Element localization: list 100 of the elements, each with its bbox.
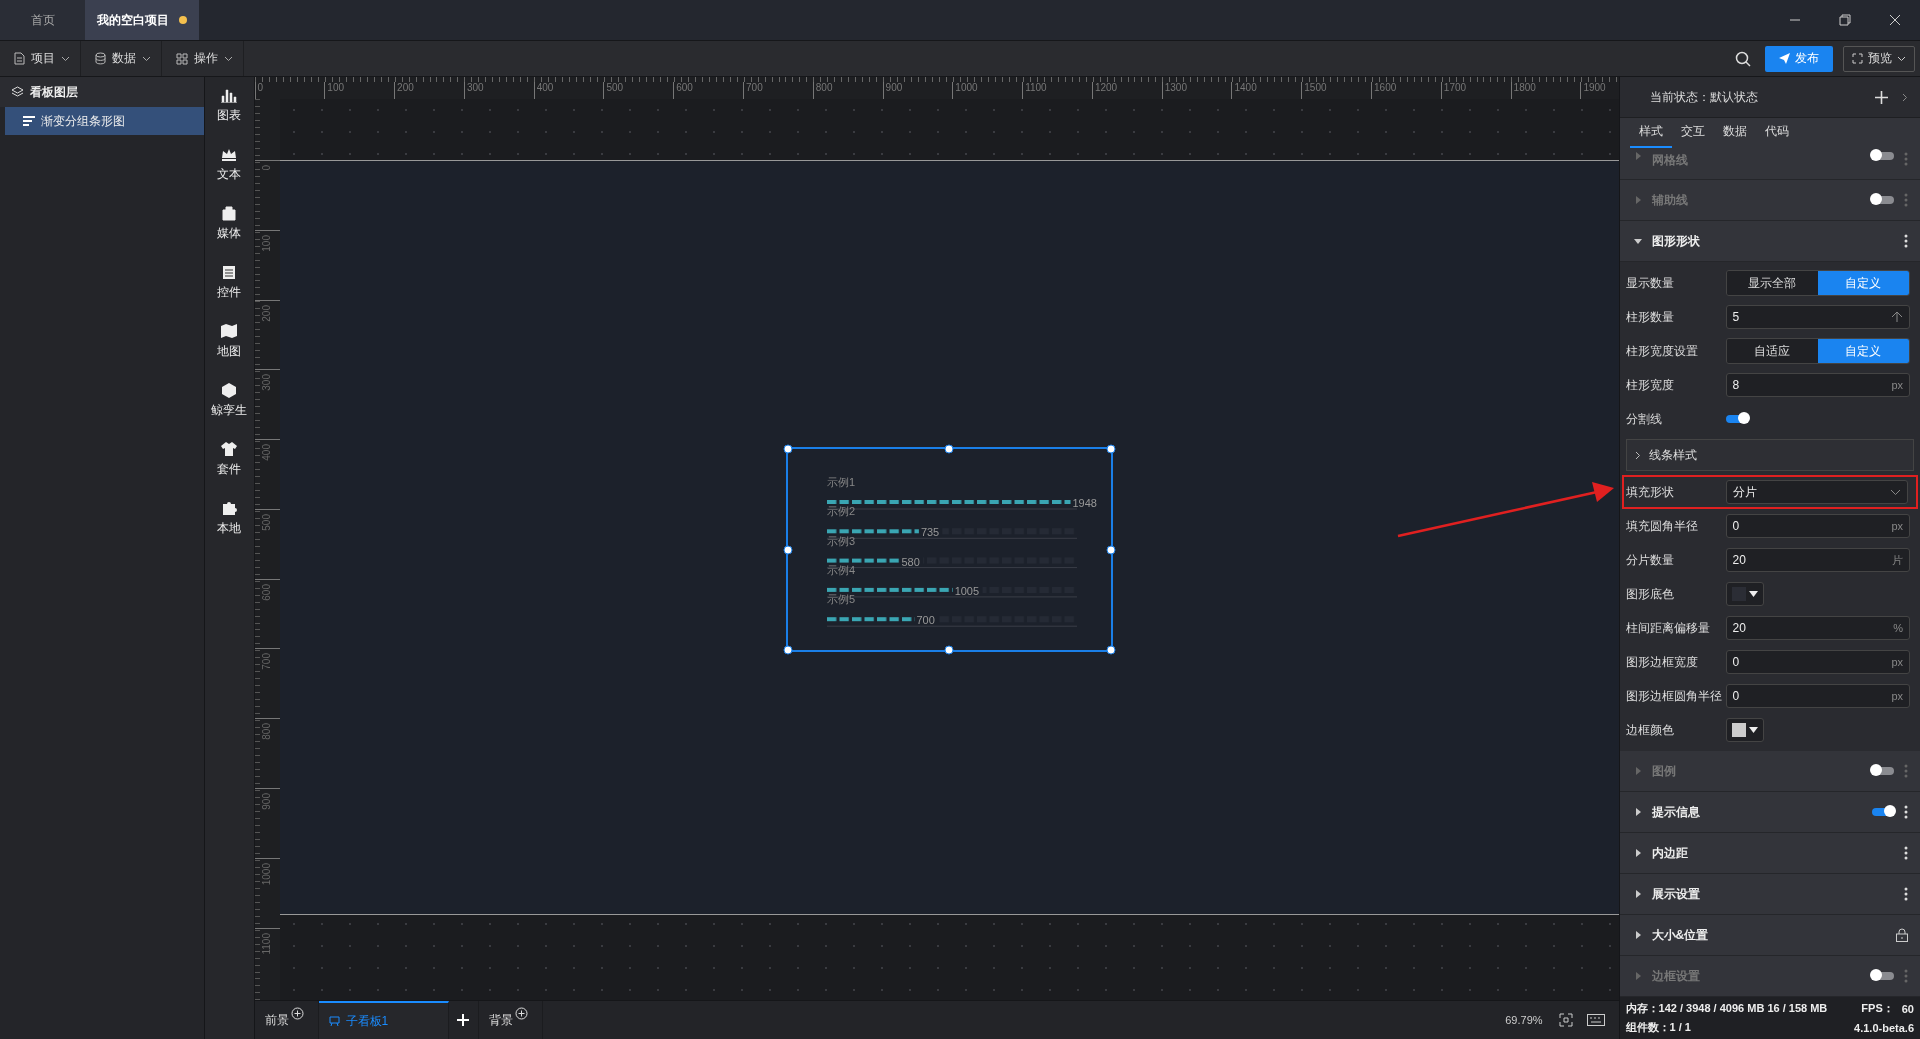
board-tab[interactable]: 子看板1 [318, 1001, 449, 1039]
value-label: 1948 [1072, 497, 1097, 509]
fit-screen-icon[interactable] [1558, 1013, 1573, 1027]
bars-icon [23, 116, 35, 126]
add-icon[interactable] [1875, 90, 1888, 104]
unit-label: % [1893, 622, 1903, 634]
segment-option[interactable]: 显示全部 [1726, 271, 1818, 295]
lock-icon[interactable] [1896, 928, 1908, 942]
send-icon [1779, 53, 1790, 64]
toggle-switch[interactable] [1872, 152, 1894, 160]
close-icon [1889, 14, 1901, 26]
ruler-label: 300 [260, 374, 272, 392]
caret-icon [1633, 808, 1642, 816]
field-label: 图形底色 [1625, 585, 1675, 603]
caret-icon [1633, 849, 1642, 857]
search-icon[interactable] [1735, 50, 1751, 67]
more-icon[interactable] [1904, 234, 1908, 248]
field-label: 柱形数量 [1625, 308, 1675, 326]
resize-handle[interactable] [1106, 545, 1116, 554]
segment-option[interactable]: 自定义 [1817, 339, 1909, 363]
unit-label: px [1891, 656, 1903, 668]
category-label: 示例4 [826, 563, 855, 576]
resize-handle[interactable] [1106, 444, 1116, 454]
library-item[interactable]: 套件 [217, 441, 242, 478]
number-field[interactable]: 8 px [1725, 373, 1910, 397]
section-title: 展示设置 [1651, 885, 1700, 903]
library-item[interactable]: 鲸孪生 [211, 382, 248, 419]
layer-tab[interactable]: 背景 [478, 1001, 543, 1039]
menu-button[interactable]: 操作 [162, 41, 244, 76]
category-label: 示例5 [826, 593, 855, 606]
layer-item[interactable]: 渐变分组条形图 [5, 107, 204, 135]
add-icon [290, 1006, 304, 1020]
inspector-tab[interactable]: 数据 [1713, 123, 1756, 148]
number-field[interactable]: 0 px [1725, 650, 1910, 674]
memory-usage: 内存：142 / 3948 / 4096 MB 16 / 158 MB [1625, 1001, 1828, 1016]
subsection-header[interactable]: 线条样式 [1625, 439, 1914, 471]
toggle-switch[interactable] [1725, 415, 1748, 423]
resize-handle[interactable] [783, 545, 793, 554]
section-header[interactable]: 提示信息 [1619, 792, 1920, 833]
number-field[interactable]: 0 px [1725, 514, 1910, 538]
number-field[interactable]: 20 % [1725, 616, 1910, 640]
inspector-tab[interactable]: 交互 [1671, 123, 1714, 148]
puzzle-icon [220, 500, 239, 516]
section-title: 边框设置 [1651, 967, 1700, 985]
resize-handle[interactable] [1106, 645, 1116, 655]
menu-button[interactable]: 项目 [0, 41, 81, 76]
cube-icon [220, 382, 239, 398]
unit-label: px [1891, 520, 1903, 532]
section-header[interactable]: 图形形状 [1619, 221, 1920, 262]
color-picker[interactable] [1725, 718, 1764, 742]
caret-icon [142, 55, 151, 62]
color-picker[interactable] [1725, 582, 1764, 606]
shirt-icon [220, 441, 239, 457]
library-item[interactable]: 媒体 [217, 205, 242, 242]
document-tab[interactable]: 我的空白项目 [85, 0, 199, 40]
toggle-switch[interactable] [1872, 196, 1894, 204]
inspector-tab[interactable]: 代码 [1755, 123, 1798, 148]
section-header[interactable]: 内边距 [1619, 833, 1920, 874]
library-item[interactable]: 文本 [217, 146, 242, 183]
section-header[interactable]: 大小&位置 [1619, 915, 1920, 956]
library-item[interactable]: 控件 [217, 264, 242, 301]
dropdown[interactable]: 分片 [1725, 480, 1908, 504]
ruler-label: 100 [260, 234, 272, 252]
library-item[interactable]: 本地 [217, 500, 242, 537]
resize-handle[interactable] [783, 645, 793, 655]
resize-handle[interactable] [783, 444, 793, 454]
toggle-switch[interactable] [1872, 808, 1894, 816]
document-tab[interactable]: 首页 [0, 0, 85, 40]
chevron-right-icon[interactable] [1902, 92, 1908, 102]
library-item[interactable]: 图表 [217, 87, 242, 124]
fps-label: FPS： [1861, 1001, 1894, 1016]
segment-option[interactable]: 自定义 [1817, 271, 1909, 295]
more-icon[interactable] [1904, 805, 1908, 819]
publish-button[interactable]: 发布 [1765, 45, 1833, 72]
more-icon[interactable] [1904, 846, 1908, 860]
number-field[interactable]: 5 [1725, 305, 1910, 329]
number-field[interactable]: 20 片 [1725, 548, 1910, 572]
caret-icon [61, 55, 70, 62]
field-label: 图形边框宽度 [1625, 653, 1699, 671]
layer-tab[interactable]: 前景 [254, 1001, 319, 1039]
section-header[interactable]: 展示设置 [1619, 874, 1920, 915]
more-icon[interactable] [1904, 887, 1908, 901]
library-item[interactable]: 地图 [217, 323, 242, 360]
menu-button[interactable]: 数据 [81, 41, 162, 76]
keyboard-icon[interactable] [1586, 1014, 1605, 1026]
arrow-up-icon[interactable] [1891, 311, 1903, 323]
chart-component[interactable]: 示例1 1948 示例2 735 示例3 580 示例4 1005 示例5 700 [785, 447, 1113, 652]
category-label: 示例2 [826, 505, 855, 518]
toggle-switch[interactable] [1872, 972, 1894, 980]
segment-option[interactable]: 自适应 [1726, 339, 1818, 363]
caret-icon [1633, 152, 1642, 160]
resize-handle[interactable] [944, 444, 954, 454]
toggle-switch[interactable] [1872, 767, 1894, 775]
unit-label: px [1891, 690, 1903, 702]
preview-button[interactable]: 预览 [1843, 45, 1915, 72]
number-field[interactable]: 0 px [1725, 684, 1910, 708]
section-title: 大小&位置 [1651, 926, 1709, 944]
section-title: 图例 [1651, 762, 1676, 780]
caret-icon [1897, 55, 1906, 62]
resize-handle[interactable] [944, 645, 954, 655]
